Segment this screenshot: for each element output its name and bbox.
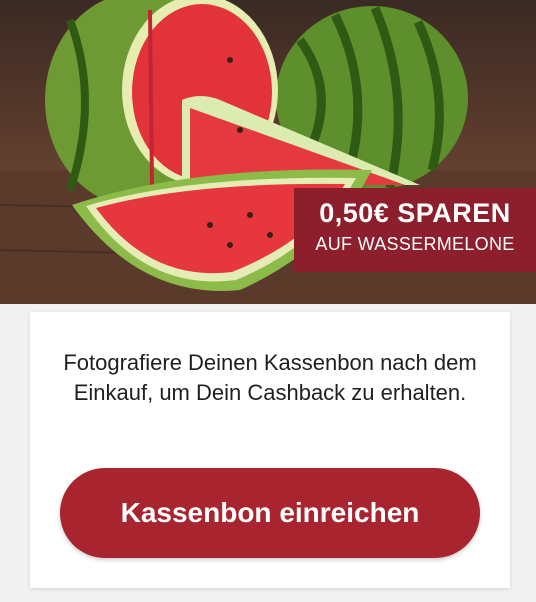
savings-badge: 0,50€ SPAREN AUF WASSERMELONE xyxy=(294,188,536,272)
instruction-text: Fotografiere Deinen Kassenbon nach dem E… xyxy=(63,350,477,405)
savings-amount: 0,50€ SPAREN xyxy=(319,198,511,228)
submit-receipt-button[interactable]: Kassenbon einreichen xyxy=(60,468,480,558)
hero-image: 0,50€ SPAREN AUF WASSERMELONE xyxy=(0,0,536,304)
savings-product: AUF WASSERMELONE xyxy=(315,234,515,254)
cashback-card: Fotografiere Deinen Kassenbon nach dem E… xyxy=(30,312,510,588)
